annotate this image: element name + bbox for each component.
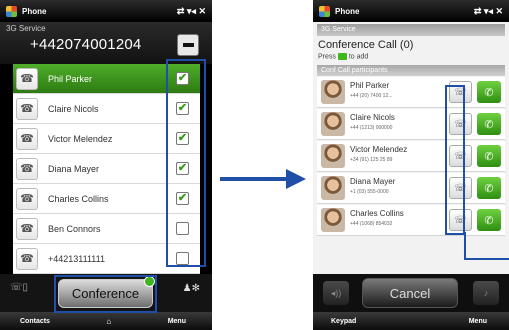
app-title: Phone (335, 6, 360, 16)
backspace-button[interactable] (177, 34, 199, 56)
mute-icon[interactable]: ♪ (473, 281, 499, 305)
participant-row[interactable]: Claire Nicols +44 (1213) 000000 ☏ ✆ (317, 109, 505, 140)
phone-icon: ☎ (16, 217, 38, 240)
phone-icon: ☎ (16, 127, 38, 150)
status-icons: ⇄ ▾◂ ✕ (176, 5, 206, 16)
participant-number: +1 (03) 555-0000 (350, 189, 389, 195)
transition-arrow-icon (220, 169, 306, 189)
phone-screen-conference: Phone ⇄ ▾◂ ✕ 3G Service Conference Call … (313, 0, 509, 330)
phone-icon: ☎ (16, 157, 38, 180)
people-icon[interactable]: ♟✻ (183, 283, 200, 294)
contact-name: Phil Parker (48, 73, 93, 84)
participant-name: Charles Collins (350, 209, 404, 218)
cancel-label: Cancel (389, 285, 431, 301)
end-participant-button[interactable]: ✆ (477, 145, 501, 167)
softkey-menu[interactable]: Menu (168, 318, 186, 325)
participant-number: +44 (1213) 000000 (350, 125, 393, 131)
participant-row[interactable]: Phil Parker +44 (20) 7400 12... ☏ ✆ (317, 77, 505, 108)
softkey-menu[interactable]: Menu (469, 318, 487, 325)
add-hint: Press to add (318, 53, 368, 60)
highlight-checkbox-column (166, 59, 206, 267)
participant-number: +34 (91) 125 25 89 (350, 157, 393, 163)
backspace-icon (182, 43, 194, 47)
avatar (321, 208, 345, 232)
softkey-bar: Keypad Menu (313, 312, 509, 330)
phone-icon: ☎ (16, 97, 38, 120)
service-label: 3G Service (6, 24, 46, 33)
add-call-icon (337, 53, 347, 60)
participant-number: +44 (1068) 854032 (350, 221, 393, 227)
end-participant-button[interactable]: ✆ (477, 209, 501, 231)
windows-start-icon[interactable] (319, 5, 330, 17)
conference-title: Conference Call (0) (318, 39, 414, 51)
participant-name: Diana Mayer (350, 177, 396, 186)
dialed-number: +442074001204 (30, 36, 142, 53)
service-label: 3G Service (317, 24, 505, 36)
participant-number: +44 (20) 7400 12... (350, 93, 393, 99)
action-bar: ◂)) Cancel ♪ (313, 274, 509, 312)
speaker-icon[interactable]: ☏▯ (10, 282, 40, 304)
avatar (321, 176, 345, 200)
end-participant-button[interactable]: ✆ (477, 177, 501, 199)
home-icon[interactable]: ⌂ (106, 317, 111, 326)
contact-name: +44213111111 (48, 253, 105, 264)
callout-line (464, 232, 509, 260)
participant-name: Victor Melendez (350, 145, 408, 154)
contact-name: Charles Collins (48, 193, 109, 204)
hint-text: to add (348, 53, 369, 61)
avatar (321, 80, 345, 104)
status-bar: Phone ⇄ ▾◂ ✕ (0, 0, 212, 22)
status-icons: ⇄ ▾◂ ✕ (473, 5, 503, 16)
app-title: Phone (22, 6, 47, 16)
contact-name: Victor Melendez (48, 133, 113, 144)
contact-name: Claire Nicols (48, 103, 99, 114)
softkey-contacts[interactable]: Contacts (20, 318, 50, 325)
participant-row[interactable]: Victor Melendez +34 (91) 125 25 89 ☏ ✆ (317, 141, 505, 172)
speaker-icon[interactable]: ◂)) (323, 281, 349, 305)
participant-name: Phil Parker (350, 81, 390, 90)
phone-icon: ☎ (16, 67, 38, 90)
highlight-conference-button (54, 275, 157, 313)
cancel-button[interactable]: Cancel (362, 278, 458, 308)
hint-text: Press (318, 53, 336, 61)
contact-name: Diana Mayer (48, 163, 100, 174)
phone-icon: ☎ (16, 187, 38, 210)
status-bar: Phone ⇄ ▾◂ ✕ (313, 0, 509, 22)
participants-header: Conf Call participants (317, 65, 505, 76)
highlight-private-call-column (445, 85, 465, 235)
dial-header: 3G Service +442074001204 (0, 22, 212, 64)
softkey-bar: Contacts ⌂ Menu (0, 312, 212, 330)
phone-icon: ☎ (16, 247, 38, 270)
contact-name: Ben Connors (48, 223, 101, 234)
participant-row[interactable]: Diana Mayer +1 (03) 555-0000 ☏ ✆ (317, 173, 505, 204)
avatar (321, 144, 345, 168)
end-participant-button[interactable]: ✆ (477, 113, 501, 135)
avatar (321, 112, 345, 136)
windows-start-icon[interactable] (6, 5, 17, 17)
end-participant-button[interactable]: ✆ (477, 81, 501, 103)
participant-name: Claire Nicols (350, 113, 395, 122)
softkey-keypad[interactable]: Keypad (331, 318, 356, 325)
